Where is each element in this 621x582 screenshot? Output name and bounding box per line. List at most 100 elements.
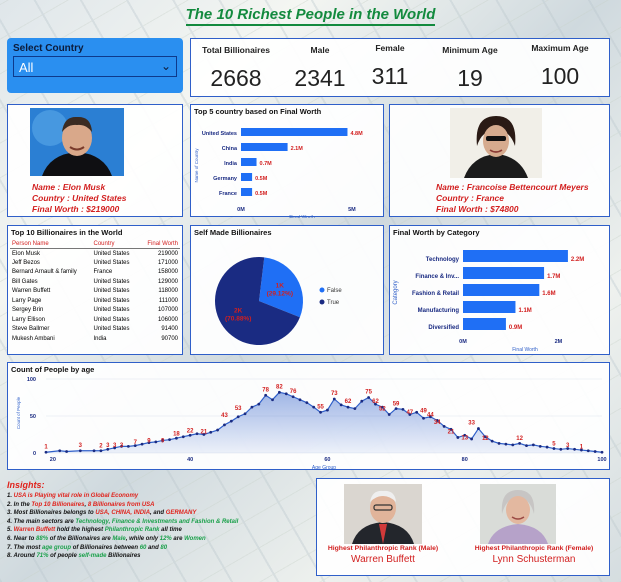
category-tick-label: United States bbox=[202, 131, 237, 137]
table-row[interactable]: Larry Page United States 111000 bbox=[10, 296, 180, 306]
data-point bbox=[209, 430, 213, 434]
data-label: 0.5M bbox=[255, 176, 268, 182]
table-row[interactable]: Larry Ellison United States 106000 bbox=[10, 315, 180, 325]
data-label: 0.5M bbox=[255, 191, 268, 197]
data-point bbox=[195, 432, 199, 436]
table-cell: 219000 bbox=[157, 250, 178, 257]
data-label: 59 bbox=[393, 401, 400, 407]
insight-text: of Billionaires between bbox=[71, 544, 140, 551]
data-label: 0.7M bbox=[260, 161, 273, 167]
category-tick-label: Technology bbox=[426, 257, 460, 263]
kpi-value: 2668 bbox=[210, 65, 262, 91]
insight-text: 6. Near to bbox=[7, 535, 37, 542]
x-tick-label: 0M bbox=[459, 339, 467, 345]
data-label: 62 bbox=[372, 399, 379, 405]
insight-text: Women bbox=[184, 535, 206, 542]
data-point bbox=[99, 449, 103, 453]
table-cell: 171000 bbox=[157, 259, 178, 266]
data-point bbox=[346, 405, 350, 409]
data-label: 53 bbox=[235, 406, 242, 412]
slice-value-label: 1K bbox=[276, 283, 285, 290]
table-row[interactable]: Sergey Brin United States 107000 bbox=[10, 306, 180, 316]
table-body: Elon Musk United States 219000 Jeff Bezos Un… bbox=[10, 249, 180, 344]
kpi-total: Total Billionaires 2668 bbox=[195, 45, 277, 92]
richest-female-name: Name : Francoise Bettencourt Meyers bbox=[436, 182, 589, 192]
table-cell: India bbox=[93, 335, 107, 342]
insight-text: Male bbox=[112, 535, 126, 542]
table-row[interactable]: Warren Buffett United States 118000 bbox=[10, 287, 180, 297]
data-label: 1.7M bbox=[547, 274, 560, 280]
richest-female-worth: Final Worth : $74800 bbox=[436, 204, 519, 214]
country-dropdown-value: All bbox=[19, 60, 34, 75]
insight-text: 1. bbox=[7, 493, 14, 499]
bar bbox=[463, 250, 568, 262]
data-point bbox=[600, 450, 604, 454]
top-table-title: Top 10 Billionaires in the World bbox=[11, 228, 123, 237]
data-point bbox=[236, 415, 240, 419]
x-tick-label: 0M bbox=[237, 207, 245, 213]
data-label: 3 bbox=[566, 443, 570, 449]
data-label: 0.9M bbox=[509, 325, 522, 331]
insight-text: 3. Most Billionaires belongs to bbox=[7, 510, 96, 517]
column-header[interactable]: Country bbox=[91, 239, 139, 249]
country-dropdown[interactable]: All ⌄ bbox=[13, 56, 177, 77]
data-point bbox=[44, 450, 48, 454]
legend-swatch bbox=[319, 287, 325, 293]
table-row[interactable]: Elon Musk United States 219000 bbox=[10, 249, 180, 259]
kpi-label: Minimum Age bbox=[442, 45, 498, 55]
data-label: 18 bbox=[173, 432, 180, 438]
insight-text: 8. Around bbox=[7, 553, 37, 560]
data-point bbox=[422, 416, 425, 420]
bar bbox=[241, 173, 253, 181]
age-card: Count of People by age 100 50 0 1 3 2 3 3 3 7 9 9 18… bbox=[7, 362, 610, 471]
insight-text: 7. The most bbox=[7, 544, 43, 551]
data-point bbox=[497, 441, 501, 445]
data-point bbox=[243, 412, 247, 416]
data-point bbox=[477, 427, 480, 430]
table-cell: 91400 bbox=[161, 326, 178, 333]
table-row[interactable]: Steve Ballmer United States 91400 bbox=[10, 325, 180, 335]
chevron-down-icon[interactable]: ⌄ bbox=[161, 59, 171, 73]
data-point bbox=[319, 410, 322, 414]
bar bbox=[463, 284, 540, 296]
data-label: 47 bbox=[406, 410, 413, 416]
insight-text: Technology, Finance & Investments and Fa… bbox=[75, 518, 239, 525]
data-point bbox=[291, 395, 295, 399]
data-point bbox=[168, 438, 171, 442]
francoise-bettencourt-photo bbox=[450, 108, 542, 178]
insight-text: are bbox=[171, 535, 185, 542]
data-label: 21 bbox=[201, 429, 208, 435]
table-row[interactable]: Mukesh Ambani India 90700 bbox=[10, 334, 180, 344]
table-row[interactable]: Bill Gates United States 129000 bbox=[10, 277, 180, 287]
kpi-value: 19 bbox=[457, 65, 483, 91]
table-cell: 107000 bbox=[157, 307, 178, 314]
y-axis-label: Category bbox=[393, 280, 399, 304]
category-tick-label: Fashion & Retail bbox=[412, 291, 459, 297]
column-header[interactable]: Final Worth bbox=[138, 239, 180, 249]
table-cell: 111000 bbox=[158, 297, 178, 304]
philanthropy-female: Highest Philanthropic Rank (Female) Lynn… bbox=[457, 545, 611, 565]
data-point bbox=[250, 405, 254, 409]
kpi-label: Male bbox=[310, 45, 330, 55]
data-point bbox=[58, 449, 62, 453]
insights-panel: Insights: 1. USA is Playing vital role i… bbox=[7, 480, 310, 576]
table-cell: Larry Page bbox=[12, 297, 42, 304]
data-point bbox=[305, 401, 309, 405]
data-label: 73 bbox=[331, 391, 338, 397]
x-tick-label: 60 bbox=[324, 457, 330, 463]
kpi-value: 2341 bbox=[294, 65, 346, 91]
table-row[interactable]: Bernard Arnault & family France 158000 bbox=[10, 268, 180, 278]
data-label: 4.8M bbox=[350, 131, 363, 137]
column-header[interactable]: Person Name bbox=[10, 239, 92, 249]
x-axis-label: Age Group bbox=[312, 465, 336, 471]
table-cell: Elon Musk bbox=[12, 250, 41, 257]
data-label: 78 bbox=[262, 387, 269, 393]
richest-male-card: Name : Elon Musk Country : United States… bbox=[7, 104, 183, 217]
insight-text: Philanthropic Rank bbox=[104, 527, 160, 534]
data-label: 2 bbox=[99, 444, 103, 450]
data-label: 5 bbox=[552, 441, 556, 447]
insight-text: 8 Billionaires from USA bbox=[87, 501, 155, 508]
y-axis-label: Count of People bbox=[16, 396, 21, 429]
table-row[interactable]: Jeff Bezos United States 171000 bbox=[10, 258, 180, 268]
insight-text: and bbox=[146, 544, 161, 551]
